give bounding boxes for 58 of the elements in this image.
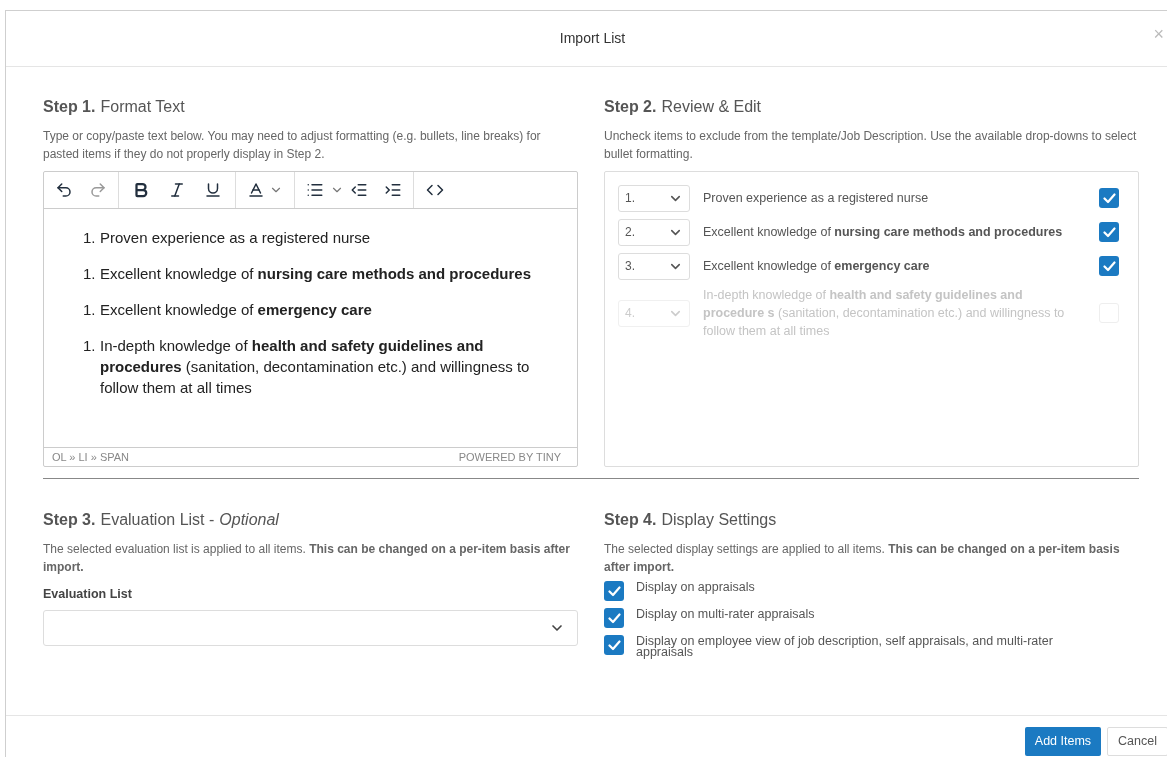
step-title: Display Settings xyxy=(661,510,777,530)
list-number: 1. xyxy=(83,264,97,284)
checkbox[interactable] xyxy=(604,608,624,628)
option-label: Display on multi-rater appraisals xyxy=(636,608,816,620)
check-icon xyxy=(1102,226,1116,238)
list-number: 1. xyxy=(83,300,97,320)
step-description: Uncheck items to exclude from the template/Job Description. Use the available drop-downs to select bullet formatting. xyxy=(604,128,1138,163)
checkbox[interactable] xyxy=(1099,188,1119,208)
bold-icon[interactable] xyxy=(132,181,150,199)
step-number: Step 3. xyxy=(43,510,96,530)
step-title: Format Text xyxy=(100,97,185,117)
check-icon xyxy=(1102,260,1116,272)
item-text: Proven experience as a registered nurse xyxy=(703,190,930,207)
item-text: In-depth knowledge of health and safety guidelines and procedure s (sanitation, decontamination etc.) and willingness to follow them at all times xyxy=(703,287,1066,340)
list-item-text: In-depth knowledge of health and safety guidelines and procedures (sanitation, decontamination etc.) and willingness to follow them at all times xyxy=(100,336,531,398)
checkbox[interactable] xyxy=(1099,256,1119,276)
branding-label: POWERED BY TINY xyxy=(458,449,561,465)
checkbox[interactable] xyxy=(604,635,624,655)
step-number: Step 2. xyxy=(604,97,657,117)
list-item-text: Excellent knowledge of nursing care methods and procedures xyxy=(100,264,531,284)
list-item-text: Excellent knowledge of emergency care xyxy=(100,300,372,320)
bullet-select[interactable]: 3. xyxy=(618,252,690,280)
cancel-button[interactable]: Cancel xyxy=(1107,727,1167,756)
step-description: Type or copy/paste text below. You may need to adjust formatting (e.g. bullets, line breaks) for pasted items if they do not properly display in Step 2. xyxy=(43,128,542,163)
item-text: Excellent knowledge of nursing care methods and procedures xyxy=(703,224,1064,241)
bullet-select[interactable]: 2. xyxy=(618,218,690,246)
step-title: Evaluation List - xyxy=(100,510,215,530)
list-number: 1. xyxy=(83,228,97,248)
item-text: Excellent knowledge of emergency care xyxy=(703,258,931,275)
bullet-select[interactable]: 1. xyxy=(618,184,690,212)
list-item-text: Proven experience as a registered nurse xyxy=(100,228,371,248)
indent-icon[interactable] xyxy=(384,181,402,199)
check-icon xyxy=(607,585,621,597)
check-icon xyxy=(607,612,621,624)
option-label: Display on employee view of job description, self appraisals, and multi-rater appraisals xyxy=(636,635,1054,658)
add-items-button[interactable]: Add Items xyxy=(1024,727,1102,756)
step-description: The selected display settings are applied to all items. This can be changed on a per-item basis after import. xyxy=(604,541,1121,576)
step-number: Step 4. xyxy=(604,510,657,530)
list-number: 1. xyxy=(83,336,97,356)
italic-icon[interactable] xyxy=(168,181,186,199)
option-label: Display on appraisals xyxy=(636,581,756,593)
outdent-icon[interactable] xyxy=(350,181,368,199)
optional-label: Optional xyxy=(219,510,279,530)
checkbox[interactable] xyxy=(604,581,624,601)
underline-icon[interactable] xyxy=(204,181,222,199)
step-description: The selected evaluation list is applied to all items. This can be changed on a per-item basis after import. xyxy=(43,541,571,576)
checkbox[interactable] xyxy=(1099,222,1119,242)
check-icon xyxy=(1102,192,1116,204)
step-number: Step 1. xyxy=(43,97,96,117)
dialog-title: Import List xyxy=(559,29,626,48)
bullet-list-icon[interactable] xyxy=(306,181,324,199)
text-color-icon[interactable] xyxy=(247,181,265,199)
redo-icon[interactable] xyxy=(89,181,107,199)
check-icon xyxy=(607,639,621,651)
undo-icon[interactable] xyxy=(55,181,73,199)
step-title: Review & Edit xyxy=(661,97,762,117)
field-label: Evaluation List xyxy=(43,586,133,603)
element-path: OL » LI » SPAN xyxy=(52,449,130,465)
